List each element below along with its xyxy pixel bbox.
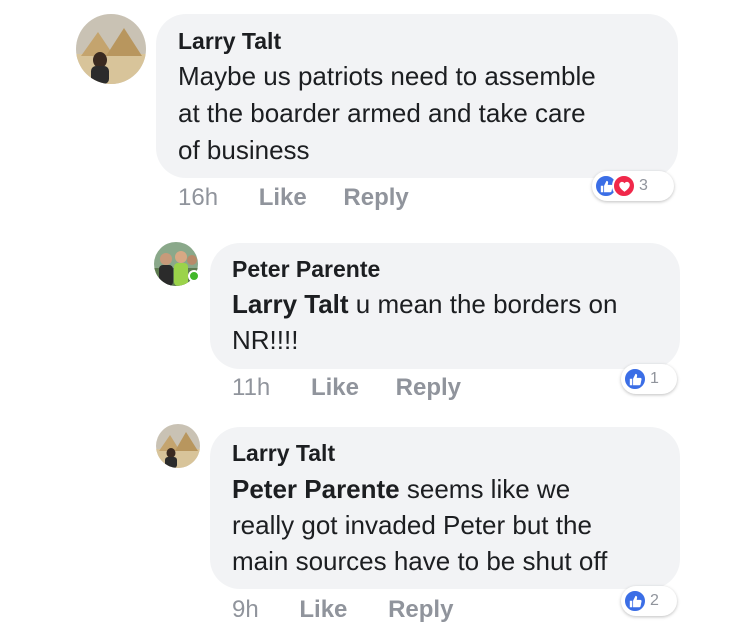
comment-meta: 11h Like Reply [232, 374, 461, 402]
comment-text-line: NR!!!! [232, 325, 299, 355]
comment-text-line: Peter Parente seems like we [232, 471, 570, 508]
avatar[interactable] [156, 424, 200, 468]
comment-meta: 9h Like Reply [232, 596, 453, 624]
like-button[interactable]: Like [259, 184, 307, 212]
reply-button[interactable]: Reply [343, 184, 408, 212]
online-status-indicator [188, 270, 200, 282]
comment-text: seems like we [399, 474, 571, 504]
comment-text-line: Larry Talt u mean the borders on [232, 286, 617, 323]
comment-text-line: really got invaded Peter but the [232, 510, 592, 540]
comment-author[interactable]: Peter Parente [232, 256, 380, 283]
reaction-summary[interactable]: 3 [592, 171, 674, 201]
like-button[interactable]: Like [299, 596, 347, 624]
reaction-summary[interactable]: 1 [621, 364, 677, 394]
reaction-count: 3 [639, 177, 648, 194]
comment-meta: 16h Like Reply [178, 184, 409, 212]
mention-link[interactable]: Larry Talt [232, 289, 349, 319]
timestamp[interactable]: 11h [232, 374, 270, 402]
reply-button[interactable]: Reply [396, 374, 461, 402]
avatar-photo [156, 424, 200, 468]
comment-text-line: of business [178, 135, 310, 165]
avatar-photo [76, 14, 146, 84]
mention-link[interactable]: Peter Parente [232, 474, 400, 504]
comment-text-line: main sources have to be shut off [232, 546, 608, 576]
reply-button[interactable]: Reply [388, 596, 453, 624]
reaction-summary[interactable]: 2 [621, 586, 677, 616]
comment-text-line: at the boarder armed and take care [178, 98, 586, 128]
reaction-count: 2 [650, 592, 659, 609]
timestamp[interactable]: 16h [178, 184, 218, 212]
comment-author[interactable]: Larry Talt [232, 440, 335, 467]
like-button[interactable]: Like [311, 374, 359, 402]
comment-text-line: Maybe us patriots need to assemble [178, 61, 596, 91]
reaction-count: 1 [650, 370, 659, 387]
timestamp[interactable]: 9h [232, 596, 259, 624]
avatar[interactable] [76, 14, 146, 84]
comment-text: u mean the borders on [348, 289, 618, 319]
comment-author[interactable]: Larry Talt [178, 28, 281, 55]
like-icon [623, 367, 647, 391]
love-icon [612, 174, 636, 198]
like-icon [623, 589, 647, 613]
